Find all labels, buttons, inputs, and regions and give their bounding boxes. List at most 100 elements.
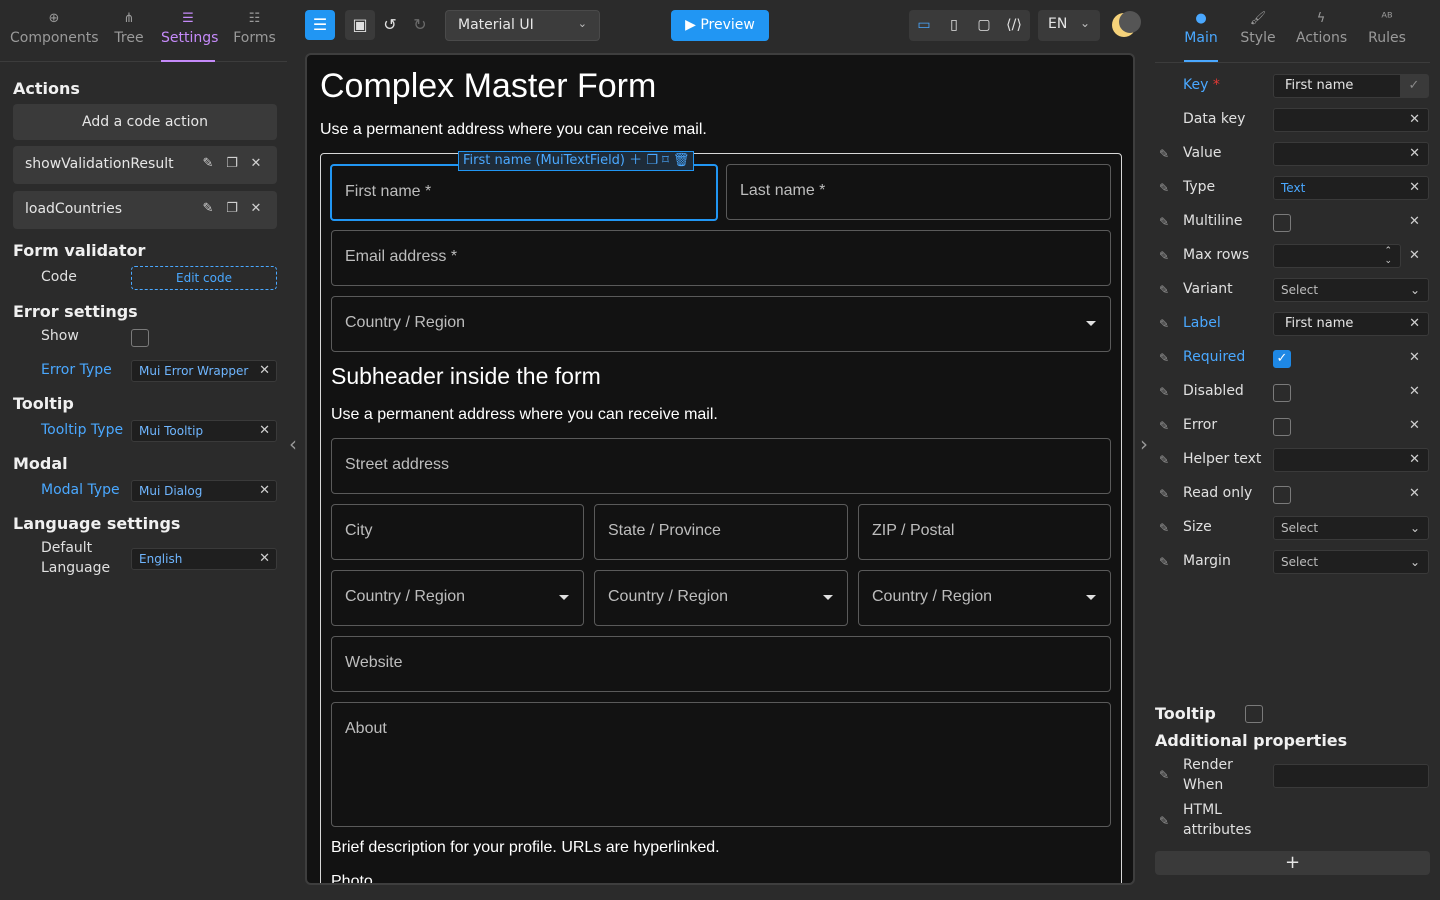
close-icon[interactable]: ✕ xyxy=(248,156,264,172)
tab-rules[interactable]: ᴬᴮ Rules xyxy=(1368,8,1406,62)
pencil-icon[interactable]: ✎ xyxy=(1159,351,1169,365)
theme-toggle-moon-icon[interactable] xyxy=(1112,11,1141,37)
pencil-icon[interactable]: ✎ xyxy=(1159,768,1169,782)
margin-select[interactable]: Select ⌄ xyxy=(1273,550,1429,574)
code-icon[interactable]: ⟨/⟩ xyxy=(999,10,1029,41)
add-property-button[interactable]: + xyxy=(1155,851,1430,875)
value-input[interactable]: ✕ xyxy=(1273,142,1429,166)
about-textarea[interactable]: About xyxy=(331,702,1111,827)
tooltip-checkbox[interactable] xyxy=(1245,705,1263,723)
mobile-icon[interactable]: ▯ xyxy=(939,10,969,41)
close-icon[interactable]: ✕ xyxy=(1409,313,1420,335)
close-icon[interactable]: ✕ xyxy=(1409,109,1420,131)
multiline-checkbox[interactable] xyxy=(1273,214,1291,232)
street-address-field[interactable]: Street address xyxy=(331,438,1111,494)
tablet-icon[interactable]: ▢ xyxy=(969,10,999,41)
close-icon[interactable]: ✕ xyxy=(1409,350,1420,365)
city-field[interactable]: City xyxy=(331,504,584,560)
pencil-icon[interactable]: ✎ xyxy=(1159,215,1169,229)
key-input[interactable]: First name ✓ xyxy=(1273,74,1429,98)
pencil-icon[interactable]: ✎ xyxy=(1159,555,1169,569)
add-code-action-button[interactable]: Add a code action xyxy=(13,104,277,140)
close-icon[interactable]: ✕ xyxy=(1409,143,1420,165)
country-select[interactable]: Country / Region xyxy=(331,296,1111,352)
chevron-left-icon[interactable]: ‹ xyxy=(289,432,297,456)
tab-components[interactable]: ⊕ Components xyxy=(10,8,99,62)
copy-icon[interactable]: ❐ xyxy=(224,156,240,172)
pencil-icon[interactable]: ✎ xyxy=(200,201,216,217)
country-select-b[interactable]: Country / Region xyxy=(594,570,848,626)
size-select[interactable]: Select ⌄ xyxy=(1273,516,1429,540)
desktop-icon[interactable]: ▭ xyxy=(909,10,939,41)
tooltip-type-select[interactable]: Mui Tooltip ✕ xyxy=(131,420,277,442)
stepper-icon[interactable]: ⌃ ⌄ xyxy=(1384,246,1392,266)
tab-forms[interactable]: ☷ Forms xyxy=(232,8,277,62)
error-type-select[interactable]: Mui Error Wrapper ✕ xyxy=(131,360,277,382)
pencil-icon[interactable]: ✎ xyxy=(1159,487,1169,501)
required-checkbox[interactable]: ✓ xyxy=(1273,350,1291,368)
pencil-icon[interactable]: ✎ xyxy=(1159,385,1169,399)
redo-button[interactable]: ↻ xyxy=(405,10,435,40)
label-input[interactable]: First name ✕ xyxy=(1273,312,1429,336)
email-field[interactable]: Email address * xyxy=(331,230,1111,286)
action-item[interactable]: showValidationResult ✎ ❐ ✕ xyxy=(13,146,277,184)
close-icon[interactable]: ✕ xyxy=(1409,214,1420,229)
zip-field[interactable]: ZIP / Postal xyxy=(858,504,1111,560)
pencil-icon[interactable]: ✎ xyxy=(1159,453,1169,467)
edit-code-button[interactable]: Edit code xyxy=(131,266,277,290)
close-icon[interactable]: ✕ xyxy=(1409,384,1420,399)
close-icon[interactable]: ✕ xyxy=(259,549,270,569)
show-checkbox[interactable] xyxy=(131,329,149,347)
trash-icon[interactable]: 🗑 xyxy=(673,153,690,168)
close-icon[interactable]: ✕ xyxy=(1409,486,1420,501)
pencil-icon[interactable]: ✎ xyxy=(1159,317,1169,331)
read-only-checkbox[interactable] xyxy=(1273,486,1291,504)
tab-tree[interactable]: ⋔ Tree xyxy=(112,8,146,62)
close-icon[interactable]: ✕ xyxy=(259,421,270,441)
tab-style[interactable]: 🖌 Style xyxy=(1240,8,1276,62)
type-select[interactable]: Text ✕ xyxy=(1273,176,1429,200)
close-icon[interactable]: ✕ xyxy=(1409,177,1420,199)
state-field[interactable]: State / Province xyxy=(594,504,848,560)
variant-select[interactable]: Select ⌄ xyxy=(1273,278,1429,302)
pencil-icon[interactable]: ✎ xyxy=(1159,249,1169,263)
pencil-icon[interactable]: ✎ xyxy=(1159,147,1169,161)
chevron-right-icon[interactable]: › xyxy=(1140,432,1148,456)
close-icon[interactable]: ✕ xyxy=(248,201,264,217)
save-button[interactable]: ▣ xyxy=(345,10,375,40)
language-select[interactable]: EN ⌄ xyxy=(1038,10,1100,41)
helper-text-input[interactable]: ✕ xyxy=(1273,448,1429,472)
check-icon[interactable]: ✓ xyxy=(1400,75,1428,97)
tab-main[interactable]: ● Main xyxy=(1184,8,1218,62)
preview-button[interactable]: ▶ Preview xyxy=(671,10,769,41)
undo-button[interactable]: ↺ xyxy=(375,10,405,40)
close-icon[interactable]: ✕ xyxy=(259,361,270,381)
first-name-field[interactable]: First name * xyxy=(330,164,718,221)
country-select-a[interactable]: Country / Region xyxy=(331,570,584,626)
disabled-checkbox[interactable] xyxy=(1273,384,1291,402)
pencil-icon[interactable]: ✎ xyxy=(1159,283,1169,297)
pencil-icon[interactable]: ✎ xyxy=(1159,419,1169,433)
pencil-icon[interactable]: ✎ xyxy=(1159,181,1169,195)
close-icon[interactable]: ✕ xyxy=(1409,418,1420,433)
pencil-icon[interactable]: ✎ xyxy=(1159,814,1169,828)
close-icon[interactable]: ✕ xyxy=(259,481,270,501)
last-name-field[interactable]: Last name * xyxy=(726,164,1111,220)
add-icon[interactable]: ＋ xyxy=(629,153,642,168)
theme-select[interactable]: Material UI ⌄ xyxy=(445,10,600,41)
close-icon[interactable]: ✕ xyxy=(1409,449,1420,471)
modal-type-select[interactable]: Mui Dialog ✕ xyxy=(131,480,277,502)
copy-icon[interactable]: ❐ xyxy=(646,153,658,168)
max-rows-input[interactable]: ⌃ ⌄ xyxy=(1273,244,1401,268)
copy-icon[interactable]: ❐ xyxy=(224,201,240,217)
menu-button[interactable]: ☰ xyxy=(305,10,335,40)
error-checkbox[interactable] xyxy=(1273,418,1291,436)
country-select-c[interactable]: Country / Region xyxy=(858,570,1111,626)
close-icon[interactable]: ✕ xyxy=(1409,248,1420,263)
render-when-input[interactable] xyxy=(1273,764,1429,788)
tab-actions[interactable]: ϟ Actions xyxy=(1296,8,1347,62)
pencil-icon[interactable]: ✎ xyxy=(1159,521,1169,535)
bookmark-icon[interactable]: ⌑ xyxy=(662,153,669,168)
website-field[interactable]: Website xyxy=(331,636,1111,692)
data-key-input[interactable]: ✕ xyxy=(1273,108,1429,132)
